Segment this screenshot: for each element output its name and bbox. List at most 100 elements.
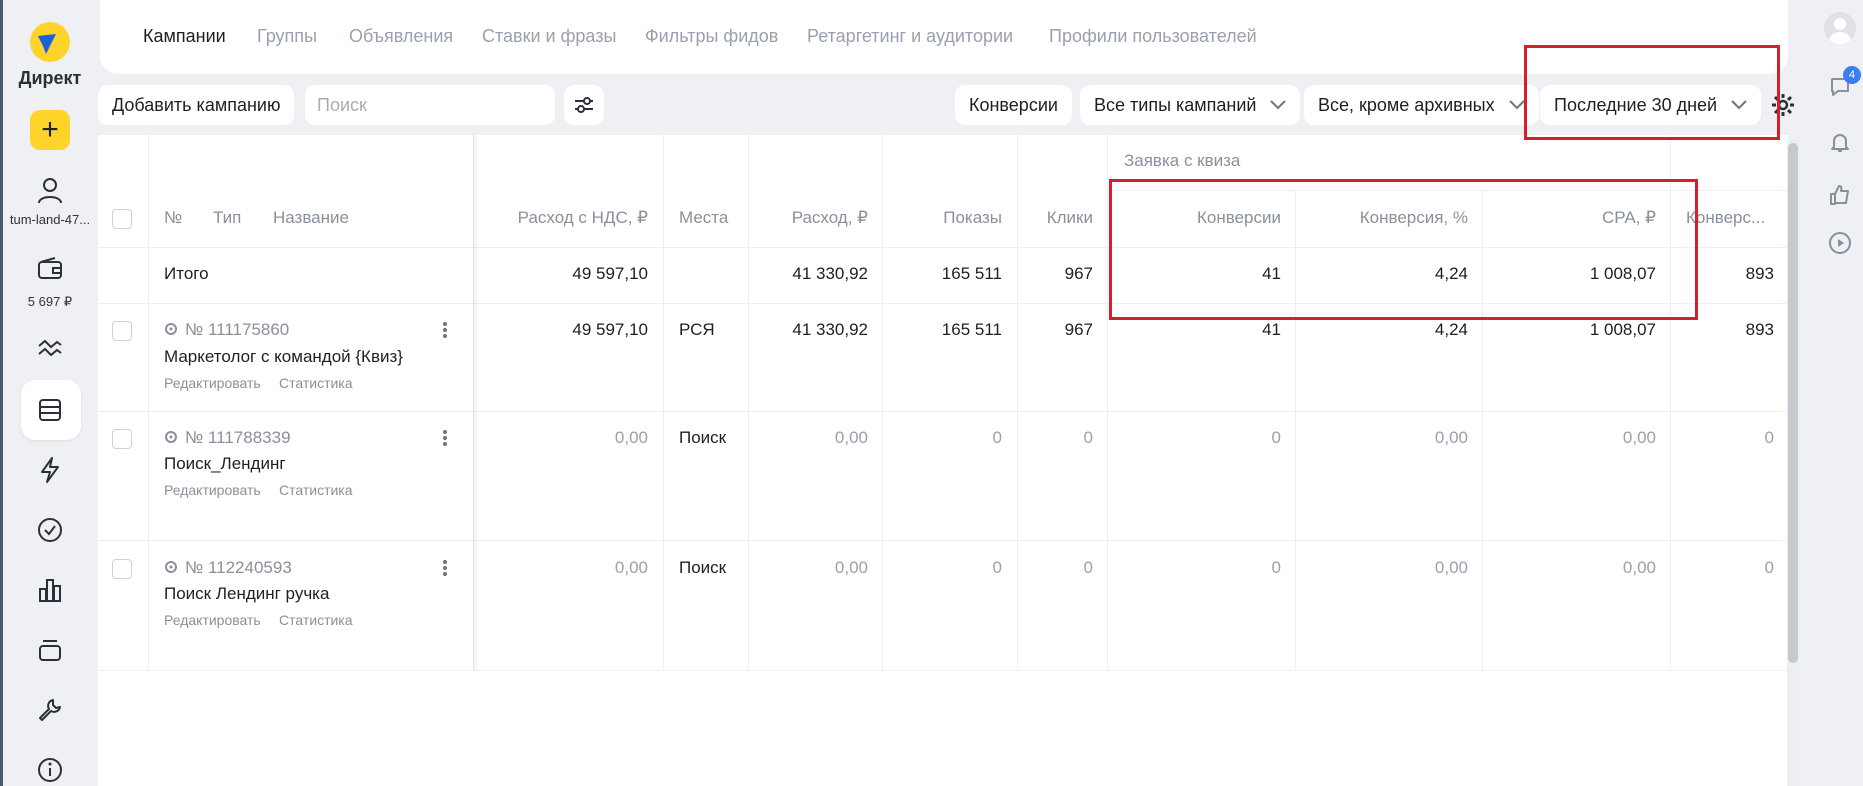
edit-link[interactable]: Редактировать [164, 612, 261, 628]
filter-settings-button[interactable] [564, 85, 604, 125]
cell-conversion-rate: 4,24 [1434, 320, 1468, 339]
cell-cpa: 1 008,07 [1589, 320, 1656, 339]
cell-places: РСЯ [679, 320, 715, 339]
campaign-id-text: № 111788339 [185, 428, 291, 447]
bell-icon[interactable] [1825, 127, 1855, 157]
row-checkbox[interactable] [112, 559, 132, 579]
more-menu-icon[interactable] [441, 320, 449, 342]
cell-impressions: 165 511 [941, 320, 1002, 339]
header-number[interactable]: № [164, 208, 182, 228]
divider [98, 411, 1788, 412]
header-spend[interactable]: Расход, ₽ [758, 208, 868, 228]
conversion-goal-header: Заявка с квиза [1124, 151, 1241, 170]
info-icon[interactable] [0, 757, 100, 783]
header-type[interactable]: Тип [213, 208, 241, 228]
avatar[interactable] [1824, 12, 1856, 44]
tab-bids-phrases[interactable]: Ставки и фразы [482, 26, 616, 47]
campaign-id[interactable]: № 111175860 [164, 320, 289, 340]
cell-clicks: 0 [1083, 558, 1093, 577]
cell-clicks: 0 [1083, 428, 1093, 447]
header-spend-vat[interactable]: Расход с НДС, ₽ [488, 208, 648, 228]
total-spend: 41 330,92 [792, 264, 868, 283]
wrench-icon[interactable] [0, 697, 100, 723]
campaign-id[interactable]: № 112240593 [164, 558, 292, 578]
campaigns-list-icon[interactable] [0, 397, 100, 423]
lightning-icon[interactable] [0, 456, 100, 484]
cell-cpa: 0,00 [1622, 428, 1656, 447]
cell-cpa: 0,00 [1622, 558, 1656, 577]
account-balance: 5 697 ₽ [27, 294, 73, 309]
campaign-types-select[interactable]: Все типы кампаний [1080, 85, 1301, 125]
status-filter-select[interactable]: Все, кроме архивных [1304, 85, 1539, 125]
more-menu-icon[interactable] [441, 558, 449, 580]
campaign-name[interactable]: Маркетолог с командой {Квиз} [164, 347, 403, 367]
tab-groups[interactable]: Группы [257, 26, 317, 47]
edit-link[interactable]: Редактировать [164, 482, 261, 498]
total-spend-vat: 49 597,10 [572, 264, 648, 283]
thumbs-up-icon[interactable] [1825, 180, 1855, 210]
cell-spend: 41 330,92 [792, 320, 868, 339]
cell-conversions: 0 [1271, 428, 1281, 447]
row-checkbox[interactable] [112, 429, 132, 449]
tab-user-profiles[interactable]: Профили пользователей [1049, 26, 1257, 47]
check-circle-icon[interactable] [0, 517, 100, 543]
cell-conversions-more: 0 [1764, 428, 1774, 447]
divider [98, 540, 1788, 541]
cell-conversion-rate: 0,00 [1434, 558, 1468, 577]
divider [1017, 135, 1018, 670]
edit-link[interactable]: Редактировать [164, 375, 261, 391]
wallet-icon[interactable] [0, 257, 100, 281]
cell-conversions: 0 [1271, 558, 1281, 577]
header-places[interactable]: Места [679, 208, 728, 228]
scrollbar-thumb[interactable] [1788, 143, 1798, 663]
total-clicks: 967 [1064, 264, 1093, 283]
tab-retargeting[interactable]: Ретаргетинг и аудитории [807, 26, 1013, 47]
total-impressions: 165 511 [941, 264, 1002, 283]
conversions-button[interactable]: Конверсии [955, 85, 1072, 125]
target-icon [165, 561, 177, 573]
status-filter-value: Все, кроме архивных [1318, 94, 1495, 115]
bar-chart-icon[interactable] [0, 577, 100, 603]
create-button[interactable]: + [30, 110, 70, 150]
cell-impressions: 0 [992, 428, 1002, 447]
tab-feed-filters[interactable]: Фильтры фидов [645, 26, 778, 47]
stats-link[interactable]: Статистика [279, 375, 353, 391]
header-clicks[interactable]: Клики [1023, 208, 1093, 228]
direct-logo-icon[interactable] [30, 22, 70, 62]
cell-conversion-rate: 0,00 [1434, 428, 1468, 447]
header-impressions[interactable]: Показы [888, 208, 1002, 228]
cell-places: Поиск [679, 558, 727, 577]
divider [882, 135, 883, 670]
cell-places: Поиск [679, 428, 727, 447]
user-icon[interactable] [0, 177, 100, 205]
cell-conversions: 41 [1262, 320, 1281, 339]
header-name[interactable]: Название [273, 208, 349, 228]
sliders-icon [575, 97, 593, 113]
select-all-checkbox[interactable] [112, 209, 132, 229]
tab-ads[interactable]: Объявления [349, 26, 453, 47]
account-login[interactable]: tum-land-47... [0, 212, 100, 227]
cell-conversions-more: 0 [1764, 558, 1774, 577]
cell-conversions-more: 893 [1745, 320, 1774, 339]
play-circle-icon[interactable] [1825, 228, 1855, 258]
period-highlight-box [1524, 45, 1780, 140]
campaign-types-value: Все типы кампаний [1094, 94, 1257, 115]
cell-spend: 0,00 [834, 558, 868, 577]
stats-link[interactable]: Статистика [279, 482, 353, 498]
target-icon [165, 431, 177, 443]
campaign-id[interactable]: № 111788339 [164, 428, 291, 448]
wave-analytics-icon[interactable] [0, 338, 100, 360]
cell-spend-vat: 0,00 [614, 558, 648, 577]
layers-icon[interactable] [0, 637, 100, 663]
more-menu-icon[interactable] [441, 428, 449, 450]
row-checkbox[interactable] [112, 321, 132, 341]
search-input[interactable]: Поиск [305, 85, 555, 125]
stats-link[interactable]: Статистика [279, 612, 353, 628]
divider [748, 135, 749, 670]
campaign-name[interactable]: Поиск_Лендинг [164, 454, 286, 474]
add-campaign-button[interactable]: Добавить кампанию [98, 85, 295, 125]
tab-campaigns[interactable]: Кампании [143, 26, 226, 47]
target-icon [165, 323, 177, 335]
campaign-name[interactable]: Поиск Лендинг ручка [164, 584, 329, 604]
divider [1107, 135, 1108, 670]
